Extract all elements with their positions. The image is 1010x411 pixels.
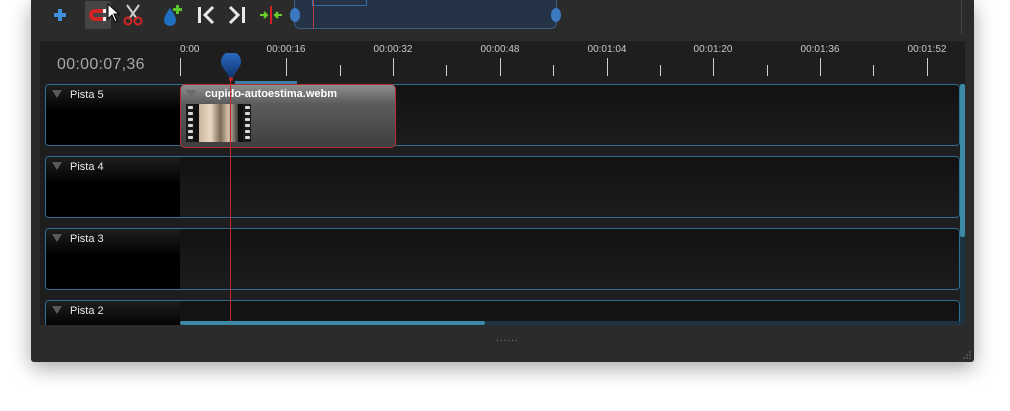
chevron-down-icon[interactable] <box>185 89 197 99</box>
ruler-label: 00:01:20 <box>693 44 733 55</box>
track-name: Pista 4 <box>70 161 104 173</box>
track-lane[interactable] <box>180 157 959 217</box>
splitter-grip[interactable]: ...... <box>496 333 519 344</box>
video-clip[interactable]: cupido-autoestima.webm <box>180 84 396 148</box>
jump-start-icon <box>198 5 215 25</box>
ruler-tick <box>607 58 608 76</box>
ruler-label: 00:01:36 <box>800 44 840 55</box>
track-pista-3[interactable]: Pista 3 <box>45 228 960 290</box>
add-marker-button[interactable] <box>159 1 185 29</box>
ruler-tick <box>660 65 661 76</box>
chevron-down-icon[interactable] <box>51 233 63 243</box>
ruler-tick <box>286 58 287 76</box>
ruler-tick <box>340 65 341 76</box>
resize-grip-icon[interactable] <box>962 350 972 360</box>
chevron-down-icon[interactable] <box>51 89 63 99</box>
add-track-button[interactable] <box>47 1 73 29</box>
chevron-down-icon[interactable] <box>51 305 63 315</box>
center-arrows-icon <box>260 6 282 24</box>
zoom-handle-right[interactable] <box>551 8 561 22</box>
jump-end-icon <box>228 5 245 25</box>
track-lane[interactable] <box>180 229 959 289</box>
vertical-scrollbar-thumb[interactable] <box>960 84 965 237</box>
track-header[interactable]: Pista 2 <box>46 301 180 325</box>
zoom-viewport-indicator <box>312 0 367 6</box>
ruler-tick <box>500 58 501 76</box>
marker-add-icon <box>164 5 182 26</box>
film-strip-icon <box>186 104 194 142</box>
ruler-tick <box>393 58 394 76</box>
ruler-label: 00:00:16 <box>266 44 306 55</box>
zoom-handle-left[interactable] <box>290 8 300 22</box>
track-header[interactable]: Pista 5 <box>46 85 180 145</box>
chevron-down-icon[interactable] <box>51 161 63 171</box>
track-name: Pista 2 <box>70 305 104 317</box>
ruler-tick <box>180 58 181 76</box>
track-pista-4[interactable]: Pista 4 <box>45 156 960 218</box>
playhead-line[interactable] <box>230 81 231 325</box>
ruler-tick <box>713 58 714 76</box>
current-time-display: 00:00:07,36 <box>57 56 145 73</box>
playhead-handle-icon[interactable] <box>220 53 242 81</box>
mouse-cursor-icon <box>107 3 121 23</box>
film-strip-icon <box>243 104 251 142</box>
ruler-label: 00:01:52 <box>907 44 947 55</box>
scissors-icon <box>123 4 143 26</box>
razor-tool-button[interactable] <box>120 1 146 29</box>
previous-marker-button[interactable] <box>194 1 220 29</box>
ruler-tick <box>927 58 928 76</box>
ruler-tick <box>820 58 821 76</box>
track-name: Pista 5 <box>70 89 104 101</box>
toolbar-divider <box>961 0 962 34</box>
ruler-label: 00:00:48 <box>480 44 520 55</box>
thumbnail-image <box>199 104 238 142</box>
timeline-toolbar <box>31 0 974 34</box>
zoom-scrollbar[interactable] <box>290 0 561 29</box>
horizontal-scrollbar-thumb[interactable] <box>180 321 485 325</box>
track-name: Pista 3 <box>70 233 104 245</box>
next-marker-button[interactable] <box>224 1 250 29</box>
ruler-tick <box>873 65 874 76</box>
ruler-tick <box>446 65 447 76</box>
clip-title: cupido-autoestima.webm <box>205 88 338 100</box>
ruler-label: 00:00:32 <box>373 44 413 55</box>
clip-thumbnail <box>186 104 251 142</box>
magnet-icon <box>89 9 106 21</box>
plus-icon <box>54 9 66 21</box>
zoom-playhead-indicator <box>313 0 314 29</box>
ruler-tick <box>553 65 554 76</box>
ruler-tick <box>767 65 768 76</box>
time-ruler[interactable]: 0:00 00:00:16 00:00:32 00:00:48 00:01:04… <box>180 41 965 84</box>
timeline-window: 00:00:07,36 0:00 00:00:16 00:00:32 00:00… <box>31 0 974 362</box>
track-header[interactable]: Pista 4 <box>46 157 180 217</box>
ruler-label: 00:01:04 <box>587 44 627 55</box>
timeline-panel: 00:00:07,36 0:00 00:00:16 00:00:32 00:00… <box>40 41 965 325</box>
track-header[interactable]: Pista 3 <box>46 229 180 289</box>
ruler-label: 0:00 <box>180 44 200 55</box>
center-playhead-button[interactable] <box>258 1 284 29</box>
